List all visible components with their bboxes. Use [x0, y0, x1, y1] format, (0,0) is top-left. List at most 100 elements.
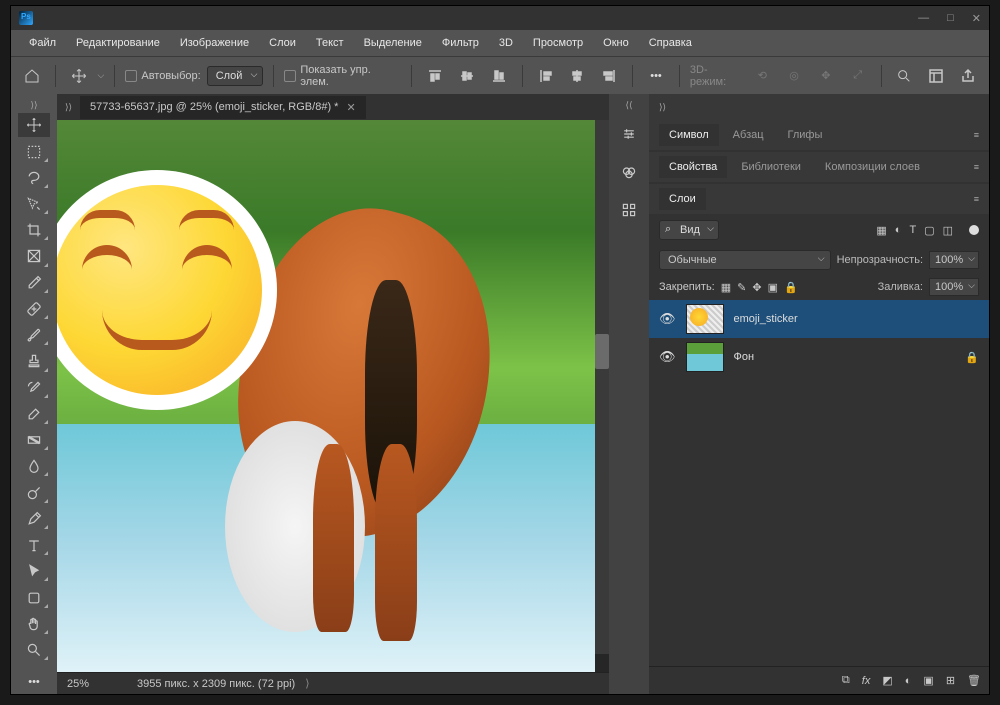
align-top-icon[interactable] — [422, 63, 448, 89]
menu-text[interactable]: Текст — [308, 33, 352, 53]
menu-view[interactable]: Просмотр — [525, 33, 591, 53]
3d-roll-icon[interactable]: ◎ — [781, 63, 807, 89]
menu-file[interactable]: Файл — [21, 33, 64, 53]
pen-tool[interactable] — [18, 507, 50, 531]
panel-menu-icon[interactable]: ≡ — [974, 194, 979, 204]
tab-properties[interactable]: Свойства — [659, 156, 727, 178]
layer-filter-kind-dropdown[interactable]: Вид — [659, 220, 719, 240]
path-select-tool[interactable] — [18, 559, 50, 583]
menu-edit[interactable]: Редактирование — [68, 33, 168, 53]
lock-pixels-icon[interactable]: ▦ — [721, 281, 731, 294]
panels-expand-icon[interactable]: ⟨⟨ — [625, 100, 632, 111]
move-tool[interactable] — [18, 113, 50, 137]
panel-menu-icon[interactable]: ≡ — [974, 130, 979, 140]
tab-libraries[interactable]: Библиотеки — [731, 156, 811, 178]
menu-filter[interactable]: Фильтр — [434, 33, 487, 53]
minimize-button[interactable]: — — [918, 12, 929, 25]
document-tab[interactable]: 57733-65637.jpg @ 25% (emoji_sticker, RG… — [80, 96, 366, 119]
doc-expand-icon[interactable]: ⟩⟩ — [65, 102, 72, 113]
history-brush-tool[interactable] — [18, 376, 50, 400]
tab-character[interactable]: Символ — [659, 124, 719, 146]
lock-all-icon[interactable]: 🔒 — [784, 281, 798, 294]
more-tools-icon[interactable]: ••• — [18, 670, 50, 694]
tab-close-icon[interactable]: ✕ — [346, 101, 355, 114]
filter-type-icon[interactable]: T — [909, 224, 916, 237]
tab-paragraph[interactable]: Абзац — [723, 124, 774, 146]
align-hcenter-icon[interactable] — [565, 63, 591, 89]
gradient-tool[interactable] — [18, 428, 50, 452]
new-group-icon[interactable]: ▣ — [923, 674, 933, 687]
visibility-icon[interactable]: 👁 — [659, 349, 676, 365]
workspace-icon[interactable] — [923, 63, 949, 89]
panel-collapse-icon[interactable]: ⟩⟩ — [659, 102, 666, 113]
link-layers-icon[interactable]: ⧉ — [842, 674, 850, 687]
lock-artboard-icon[interactable]: ▣ — [768, 281, 778, 294]
share-icon[interactable] — [955, 63, 981, 89]
type-tool[interactable] — [18, 533, 50, 557]
menu-help[interactable]: Справка — [641, 33, 700, 53]
marquee-tool[interactable] — [18, 139, 50, 163]
layer-fx-icon[interactable]: fx — [862, 675, 871, 687]
filter-smart-icon[interactable]: ◫ — [943, 224, 953, 237]
crop-tool[interactable] — [18, 218, 50, 242]
eraser-tool[interactable] — [18, 402, 50, 426]
more-align-icon[interactable]: ••• — [643, 63, 669, 89]
maximize-button[interactable]: □ — [947, 12, 954, 25]
layer-row[interactable]: 👁 emoji_sticker — [649, 300, 989, 338]
3d-slide-icon[interactable]: ⤢ — [845, 63, 871, 89]
move-tool-icon[interactable] — [66, 63, 92, 89]
healing-tool[interactable] — [18, 297, 50, 321]
vertical-scrollbar[interactable] — [595, 120, 609, 654]
visibility-icon[interactable]: 👁 — [659, 311, 676, 327]
align-right-icon[interactable] — [596, 63, 622, 89]
menu-window[interactable]: Окно — [595, 33, 637, 53]
layer-thumbnail[interactable] — [686, 304, 724, 334]
filter-pixel-icon[interactable]: ▦ — [876, 224, 886, 237]
swatches-icon[interactable] — [614, 157, 644, 187]
menu-select[interactable]: Выделение — [356, 33, 430, 53]
adjustments-icon[interactable] — [614, 119, 644, 149]
canvas-viewport[interactable] — [57, 120, 609, 672]
doc-info-expand-icon[interactable]: ⟩ — [305, 677, 309, 690]
layer-thumbnail[interactable] — [686, 342, 724, 372]
brush-tool[interactable] — [18, 323, 50, 347]
3d-pan-icon[interactable]: ✥ — [813, 63, 839, 89]
eyedropper-tool[interactable] — [18, 271, 50, 295]
menu-image[interactable]: Изображение — [172, 33, 257, 53]
filter-shape-icon[interactable]: ▢ — [924, 224, 934, 237]
align-bottom-icon[interactable] — [486, 63, 512, 89]
layer-mask-icon[interactable]: ◩ — [882, 674, 892, 687]
blur-tool[interactable] — [18, 454, 50, 478]
frame-tool[interactable] — [18, 244, 50, 268]
lock-position-icon[interactable]: ✥ — [752, 281, 761, 294]
blend-mode-dropdown[interactable]: Обычные — [659, 250, 831, 270]
opacity-input[interactable]: 100% — [929, 251, 979, 269]
lasso-tool[interactable] — [18, 166, 50, 190]
stamp-tool[interactable] — [18, 349, 50, 373]
dodge-tool[interactable] — [18, 480, 50, 504]
lock-brush-icon[interactable]: ✎ — [737, 281, 746, 294]
search-icon[interactable] — [892, 63, 918, 89]
auto-select-checkbox[interactable]: Автовыбор: — [125, 70, 200, 82]
shape-tool[interactable] — [18, 585, 50, 609]
filter-adjust-icon[interactable]: ◐ — [895, 224, 902, 237]
zoom-tool[interactable] — [18, 638, 50, 662]
grid-icon[interactable] — [614, 195, 644, 225]
align-vcenter-icon[interactable] — [454, 63, 480, 89]
close-button[interactable]: ✕ — [972, 12, 981, 25]
show-controls-checkbox[interactable]: Показать упр. элем. — [284, 64, 401, 88]
menu-3d[interactable]: 3D — [491, 33, 521, 53]
tab-glyphs[interactable]: Глифы — [778, 124, 833, 146]
layer-row[interactable]: 👁 Фон 🔒 — [649, 338, 989, 376]
panel-menu-icon[interactable]: ≡ — [974, 162, 979, 172]
quick-select-tool[interactable] — [18, 192, 50, 216]
filter-toggle[interactable] — [969, 225, 979, 235]
new-layer-icon[interactable]: ⊞ — [946, 674, 955, 687]
menu-layers[interactable]: Слои — [261, 33, 304, 53]
tools-expand-icon[interactable]: ⟩⟩ — [11, 100, 57, 111]
align-left-icon[interactable] — [533, 63, 559, 89]
auto-select-target-dropdown[interactable]: Слой — [207, 66, 264, 86]
fill-input[interactable]: 100% — [929, 278, 979, 296]
tab-layer-comps[interactable]: Композиции слоев — [815, 156, 930, 178]
hand-tool[interactable] — [18, 612, 50, 636]
